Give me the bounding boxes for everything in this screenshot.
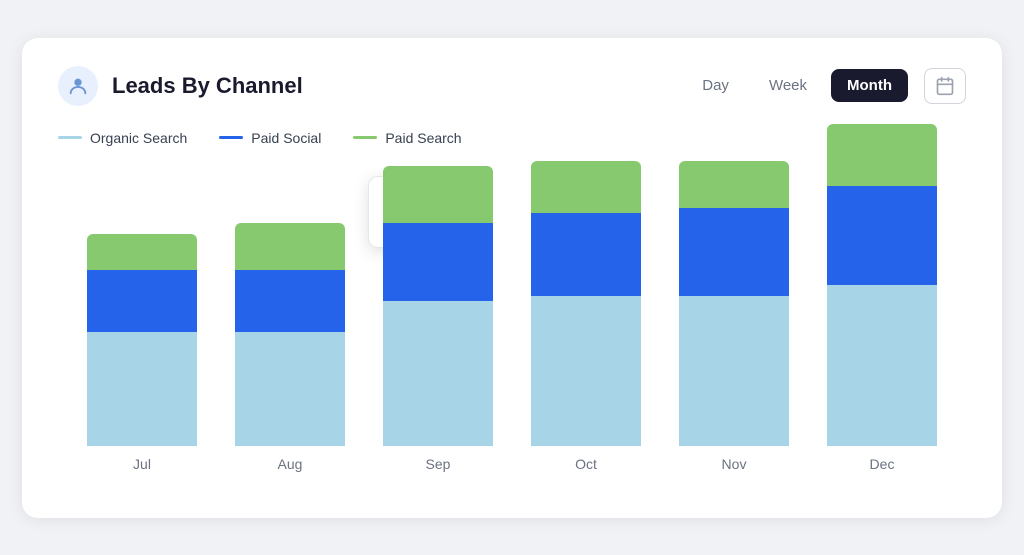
bar-segment-paid-social [383, 223, 493, 301]
bar-group[interactable] [827, 124, 937, 446]
bar-segment-organic [531, 296, 641, 446]
calendar-icon [935, 76, 955, 96]
paid-search-line [353, 136, 377, 139]
legend-paid-search: Paid Search [353, 130, 461, 146]
bar-segment-paid-social [679, 208, 789, 296]
bar-segment-organic [679, 296, 789, 446]
x-label-aug: Aug [235, 456, 345, 472]
month-button[interactable]: Month [831, 69, 908, 102]
bar-segment-paid-social [827, 186, 937, 285]
day-button[interactable]: Day [686, 69, 745, 102]
bar-aug[interactable] [235, 223, 345, 446]
bar-segment-organic [235, 332, 345, 446]
bar-segment-paid-social [531, 213, 641, 296]
card-header: Leads By Channel Day Week Month [58, 66, 966, 106]
bar-segment-paid-search [679, 161, 789, 208]
organic-search-label: Organic Search [90, 130, 187, 146]
calendar-button[interactable] [924, 68, 966, 104]
bar-group[interactable] [679, 161, 789, 446]
avatar [58, 66, 98, 106]
bar-group[interactable] [235, 223, 345, 446]
leads-by-channel-card: Leads By Channel Day Week Month Organic … [22, 38, 1002, 518]
x-label-sep: Sep [383, 456, 493, 472]
bar-segment-paid-social [87, 270, 197, 332]
bar-segment-paid-search [235, 223, 345, 270]
bars-container [58, 166, 966, 446]
page-title: Leads By Channel [112, 73, 303, 99]
bar-segment-organic [383, 301, 493, 446]
x-label-dec: Dec [827, 456, 937, 472]
legend-paid-social: Paid Social [219, 130, 321, 146]
bar-segment-paid-social [235, 270, 345, 332]
organic-search-line [58, 136, 82, 139]
week-button[interactable]: Week [753, 69, 823, 102]
bar-group[interactable] [87, 234, 197, 446]
bar-segment-paid-search [531, 161, 641, 213]
legend-organic-search: Organic Search [58, 130, 187, 146]
bar-segment-paid-search [87, 234, 197, 270]
bar-segment-organic [87, 332, 197, 446]
paid-social-label: Paid Social [251, 130, 321, 146]
bar-segment-paid-search [383, 166, 493, 223]
bar-segment-organic [827, 285, 937, 446]
bar-nov[interactable] [679, 161, 789, 446]
header-left: Leads By Channel [58, 66, 303, 106]
bar-dec[interactable] [827, 124, 937, 446]
bar-sep[interactable] [383, 166, 493, 446]
bar-oct[interactable] [531, 161, 641, 446]
paid-search-label: Paid Search [385, 130, 461, 146]
bar-group[interactable] [531, 161, 641, 446]
x-label-jul: Jul [87, 456, 197, 472]
x-axis-labels: Jul Aug Sep Oct Nov Dec [58, 446, 966, 472]
x-label-oct: Oct [531, 456, 641, 472]
header-controls: Day Week Month [686, 68, 966, 104]
bar-group[interactable] [383, 166, 493, 446]
chart-area: Paid Search 120 JulAugSepOctNovDec [58, 166, 966, 486]
bar-segment-paid-search [827, 124, 937, 186]
x-label-nov: Nov [679, 456, 789, 472]
paid-social-line [219, 136, 243, 139]
bar-jul[interactable] [87, 234, 197, 446]
